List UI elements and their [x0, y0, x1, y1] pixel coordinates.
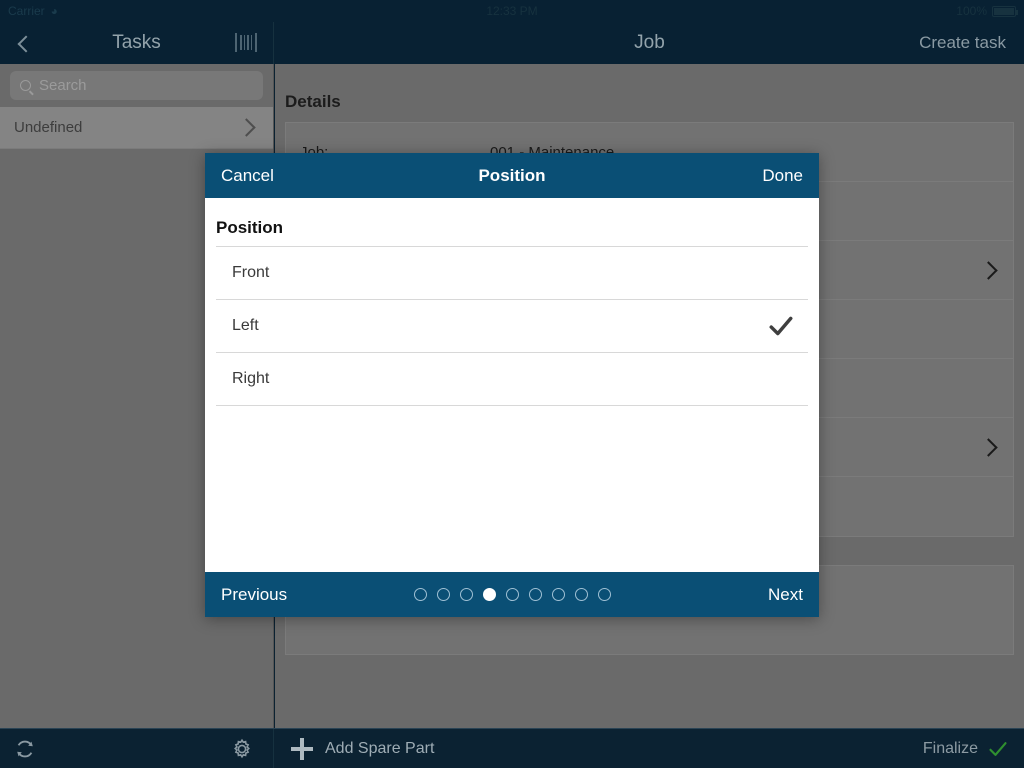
status-bar-right: 100%	[956, 4, 1018, 18]
list-item[interactable]: Front	[216, 247, 808, 300]
finalize-button[interactable]: Finalize	[923, 739, 1008, 759]
search-placeholder: Search	[39, 77, 87, 94]
page-dot-9[interactable]	[597, 588, 611, 601]
plus-icon	[291, 737, 313, 760]
done-button[interactable]: Done	[762, 166, 803, 186]
modal-title: Position	[478, 165, 546, 185]
modal-body: Position Front Left Right	[205, 198, 819, 572]
add-spare-part-label: Add Spare Part	[325, 739, 435, 757]
page-dot-2[interactable]	[436, 588, 450, 601]
chevron-right-icon	[979, 260, 998, 280]
page-dot-3[interactable]	[459, 588, 473, 601]
bottom-toolbar: Add Spare Part Finalize	[0, 728, 1024, 768]
position-modal: Cancel Position Done Position Front Left	[205, 153, 819, 617]
sidebar-item-undefined[interactable]: Undefined	[0, 107, 273, 149]
details-heading: Details	[285, 92, 341, 111]
search-icon	[20, 80, 31, 91]
list-item[interactable]: Right	[216, 353, 808, 406]
barcode-scan-icon[interactable]	[235, 33, 257, 52]
option-label: Right	[232, 370, 270, 387]
finalize-label: Finalize	[922, 739, 978, 757]
app-root: Carrier ◕ 12:33 PM 100% Tasks Job Create…	[0, 0, 1024, 768]
battery-percent-label: 100%	[956, 4, 987, 18]
check-icon	[769, 316, 793, 336]
search-input[interactable]: Search	[10, 71, 263, 100]
search-bar: Search	[0, 64, 273, 107]
page-dot-4[interactable]	[482, 588, 496, 601]
modal-header: Cancel Position Done	[205, 153, 819, 198]
option-label: Front	[232, 264, 270, 281]
battery-full-icon	[992, 5, 1018, 17]
page-title-tasks: Tasks	[112, 32, 161, 53]
gear-icon[interactable]	[230, 737, 254, 761]
status-bar: Carrier ◕ 12:33 PM 100%	[0, 0, 1024, 22]
sync-refresh-icon[interactable]	[14, 738, 36, 760]
chevron-right-icon	[979, 437, 998, 457]
nav-right-pane: Job Create task	[275, 22, 1024, 64]
page-dot-6[interactable]	[528, 588, 542, 601]
create-task-button[interactable]: Create task	[919, 33, 1006, 53]
modal-footer: Previous Next	[205, 572, 819, 617]
page-dot-1[interactable]	[413, 588, 427, 601]
list-item[interactable]: Left	[216, 300, 808, 353]
position-option-list: Front Left Right	[216, 246, 808, 406]
next-button[interactable]: Next	[768, 585, 803, 605]
toolbar-right: Add Spare Part Finalize	[234, 729, 1024, 768]
page-dot-5[interactable]	[505, 588, 519, 601]
page-dot-8[interactable]	[574, 588, 588, 601]
status-bar-time: 12:33 PM	[486, 4, 538, 18]
chevron-right-icon	[237, 118, 256, 137]
nav-left-pane: Tasks	[0, 22, 274, 64]
page-title-job: Job	[634, 32, 665, 53]
position-section-heading: Position	[216, 218, 284, 237]
check-green-icon	[989, 741, 1007, 756]
navigation-bar: Tasks Job Create task	[0, 22, 1024, 64]
page-dots	[205, 588, 819, 601]
page-dot-7[interactable]	[551, 588, 565, 601]
option-label: Left	[232, 317, 259, 334]
add-spare-part-button[interactable]: Add Spare Part	[291, 737, 435, 760]
sidebar-item-label: Undefined	[14, 119, 83, 136]
